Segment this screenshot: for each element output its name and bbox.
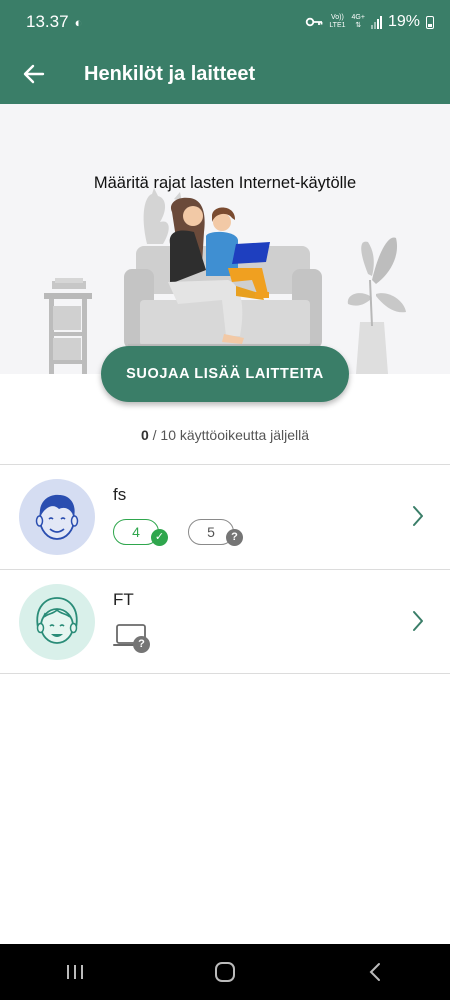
back-icon: [369, 963, 380, 981]
system-nav-bar: [0, 944, 450, 1000]
status-indicators: Vo)) LTE1 4G+ ⇅ 19%: [305, 13, 434, 31]
family-sofa-illustration: [44, 188, 406, 374]
chevron-right-icon: [413, 611, 423, 631]
recent-apps-button[interactable]: [45, 944, 105, 1000]
profile-row-fs[interactable]: fs 4 ✓ 5 ?: [0, 465, 450, 569]
signal-icon: [370, 15, 382, 29]
lte-label: LTE1: [329, 22, 346, 29]
network-type-indicator: 4G+ ⇅: [352, 14, 365, 30]
profile-name: fs: [113, 485, 127, 504]
licenses-remaining: 0 / 10 käyttöoikeutta jäljellä: [0, 427, 450, 443]
profile-row-ft[interactable]: FT ?: [0, 570, 450, 674]
hero-text: Määritä rajat lasten Internet-käytölle: [93, 174, 357, 192]
check-icon: ✓: [151, 529, 168, 546]
arrow-left-icon: [23, 64, 45, 84]
app-bar: Henkilöt ja laitteet: [0, 44, 450, 104]
back-button[interactable]: [0, 44, 68, 104]
data-arrows-icon: ⇅: [355, 22, 362, 29]
question-icon: ?: [226, 529, 243, 546]
question-icon: ?: [133, 636, 150, 653]
status-bar: 13.37 ◐ Vo)) LTE1 4G+ ⇅ 19%: [0, 0, 450, 44]
boy-avatar-icon: [19, 479, 95, 555]
vpn-key-icon: [306, 17, 323, 27]
girl-avatar-icon: [19, 584, 95, 660]
chevron-right-icon: [413, 506, 423, 526]
divider: [0, 673, 450, 674]
volte-label: Vo)): [331, 14, 344, 21]
battery-icon: [426, 15, 434, 29]
volte-indicator: Vo)) LTE1: [329, 14, 345, 30]
hero-banner: Määritä rajat lasten Internet-käytölle: [0, 104, 450, 374]
protect-more-devices-button[interactable]: SUOJAA LISÄÄ LAITTEITA: [101, 346, 349, 402]
network-type-label: 4G+: [351, 14, 365, 21]
notification-icon: ◐: [74, 14, 83, 30]
home-button[interactable]: [195, 944, 255, 1000]
profile-name: FT: [113, 590, 134, 609]
licenses-remaining-text: / 10 käyttöoikeutta jäljellä: [148, 427, 310, 443]
page-title: Henkilöt ja laitteet: [84, 62, 256, 85]
licenses-used-count: 0: [140, 427, 149, 443]
back-nav-button[interactable]: [345, 944, 405, 1000]
battery-percent: 19%: [387, 13, 420, 30]
recent-apps-icon: [67, 965, 83, 979]
status-time: 13.37: [26, 12, 69, 31]
home-icon: [215, 962, 235, 982]
